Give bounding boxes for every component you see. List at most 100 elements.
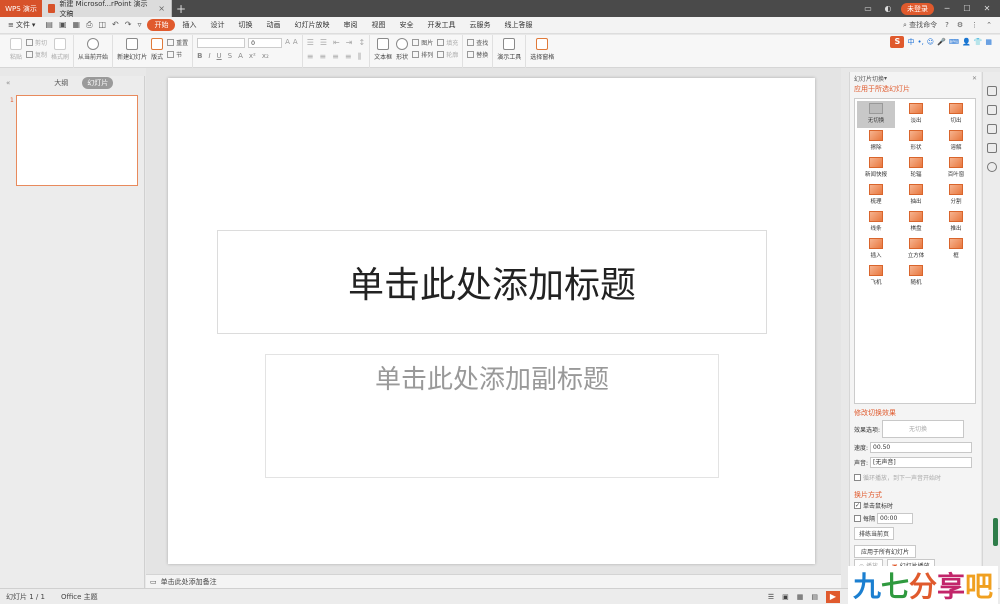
normal-view-icon[interactable]: ▣ — [782, 593, 789, 601]
reset-button[interactable]: 重置 — [167, 38, 188, 47]
close-panel-icon[interactable]: ✕ — [972, 75, 977, 82]
transition-option[interactable]: 新闻快报 — [857, 155, 895, 182]
sogou-icon[interactable]: S — [890, 36, 905, 48]
tab-animations[interactable]: 动画 — [259, 20, 287, 30]
redo-icon[interactable]: ↷ — [125, 20, 132, 30]
font-color-icon[interactable]: A — [238, 52, 243, 60]
apply-all-button[interactable]: 应用于所有幻灯片 — [854, 545, 917, 558]
select-pane-button[interactable]: 选择窗格 — [530, 38, 554, 61]
reading-view-icon[interactable]: ▤ — [811, 593, 818, 601]
search-command[interactable]: ⌕ 查找命令 — [903, 20, 937, 30]
settings-sliders-icon[interactable] — [986, 143, 997, 153]
section-button[interactable]: 节 — [167, 50, 188, 59]
increase-indent-icon[interactable]: ⇥ — [346, 38, 353, 47]
loop-checkbox[interactable] — [854, 474, 861, 481]
tab-slides[interactable]: 幻灯片 — [82, 77, 114, 89]
more-icon[interactable]: ⋮ — [971, 21, 978, 29]
transition-option[interactable]: 插入 — [857, 236, 895, 263]
subscript-icon[interactable]: x₂ — [262, 52, 269, 60]
transition-option[interactable]: 随机 — [897, 263, 935, 290]
copy-button[interactable]: 复制 — [26, 50, 47, 59]
every-time-input[interactable]: 00:00 — [877, 513, 914, 524]
outline-button[interactable]: 轮廓 — [437, 50, 458, 59]
underline-icon[interactable]: U — [217, 52, 222, 60]
tab-slideshow[interactable]: 幻灯片放映 — [287, 20, 336, 30]
paste-button[interactable]: 粘贴 — [10, 38, 22, 61]
textbox-button[interactable]: 文本框 — [374, 38, 392, 61]
tab-design[interactable]: 设计 — [203, 20, 231, 30]
format-painter-button[interactable]: 格式刷 — [51, 38, 69, 61]
transition-option[interactable]: 轮辐 — [897, 155, 935, 182]
login-button[interactable]: 未登录 — [901, 2, 934, 15]
font-family-select[interactable] — [197, 38, 246, 48]
tab-review[interactable]: 审阅 — [336, 20, 364, 30]
rehearse-current-button[interactable]: 排练当前页 — [854, 527, 895, 540]
shirt-icon[interactable]: 👕 — [974, 38, 983, 46]
user-icon[interactable]: 👤 — [962, 38, 971, 46]
sidebar-scroll-handle[interactable] — [993, 518, 998, 546]
transition-icon[interactable] — [986, 86, 997, 96]
close-tab-icon[interactable]: × — [158, 4, 165, 13]
arrange-button[interactable]: 排列 — [412, 50, 433, 59]
tab-developer[interactable]: 开发工具 — [420, 20, 462, 30]
tab-outline[interactable]: 大纲 — [50, 78, 72, 88]
new-tab-button[interactable]: + — [172, 2, 190, 16]
justify-icon[interactable]: ≡ — [345, 52, 352, 62]
shape-button[interactable]: 形状 — [396, 38, 408, 61]
on-click-checkbox[interactable]: ✓ — [854, 502, 861, 509]
transition-option[interactable]: 梳理 — [857, 182, 895, 209]
subtitle-placeholder[interactable]: 单击此处添加副标题 — [265, 354, 719, 478]
tab-transitions[interactable]: 切换 — [231, 20, 259, 30]
undo-icon[interactable]: ↶ — [112, 20, 119, 30]
transition-option[interactable]: 线条 — [857, 209, 895, 236]
align-right-icon[interactable]: ≡ — [332, 52, 339, 62]
transition-option[interactable]: 百叶窗 — [937, 155, 975, 182]
grow-font-icon[interactable]: A — [285, 38, 290, 48]
document-tab[interactable]: 新建 Microsof...rPoint 演示文稿 × — [42, 0, 172, 18]
numbering-icon[interactable]: ☰ — [320, 38, 327, 47]
speed-input[interactable]: 00.50 — [870, 442, 973, 453]
share-icon[interactable] — [986, 105, 997, 115]
layout-button[interactable]: 版式 — [151, 38, 163, 61]
fill-button[interactable]: 填充 — [437, 38, 458, 47]
align-center-icon[interactable]: ≡ — [319, 52, 326, 62]
preview-icon[interactable]: ◫ — [98, 20, 106, 30]
presentation-tools-button[interactable]: 演示工具 — [497, 38, 521, 61]
maximize-icon[interactable]: ☐ — [960, 4, 974, 13]
align-left-icon[interactable]: ≡ — [307, 52, 314, 62]
notes-toggle-icon[interactable]: ☰ — [768, 593, 774, 601]
transition-option[interactable]: 框 — [937, 236, 975, 263]
slideshow-play-icon[interactable]: ▶ — [826, 590, 840, 603]
tab-online[interactable]: 线上答服 — [497, 20, 539, 30]
customize-icon[interactable]: ▿ — [137, 20, 141, 30]
transition-option[interactable]: 飞机 — [857, 263, 895, 290]
every-checkbox[interactable] — [854, 515, 861, 522]
notes-bar[interactable]: ▭ 单击此处添加备注 — [146, 574, 841, 588]
help-icon[interactable]: ? — [945, 21, 949, 29]
columns-icon[interactable]: ⫼ — [358, 52, 362, 62]
slide[interactable]: 单击此处添加标题 单击此处添加副标题 — [168, 78, 815, 564]
star-icon[interactable] — [986, 124, 997, 134]
tab-security[interactable]: 安全 — [392, 20, 420, 30]
cut-button[interactable]: 剪切 — [26, 38, 47, 47]
close-window-icon[interactable]: ✕ — [980, 4, 994, 13]
strikethrough-icon[interactable]: S — [228, 52, 232, 60]
transition-option[interactable]: 推出 — [937, 209, 975, 236]
transition-option[interactable]: 抽出 — [897, 182, 935, 209]
bullets-icon[interactable]: ☰ — [307, 38, 314, 47]
export-icon[interactable]: ▦ — [73, 20, 81, 30]
chinese-mode-icon[interactable]: 中 — [907, 37, 914, 47]
bold-icon[interactable]: B — [197, 52, 202, 60]
transition-option[interactable]: 分割 — [937, 182, 975, 209]
voice-icon[interactable]: 🎤 — [937, 38, 946, 46]
transition-option[interactable]: 立方体 — [897, 236, 935, 263]
transition-option[interactable]: 棋盘 — [897, 209, 935, 236]
app-name-badge[interactable]: WPS 演示 — [0, 0, 42, 17]
keyboard-icon[interactable]: ⌨ — [949, 38, 959, 46]
slide-thumbnail[interactable] — [16, 95, 138, 186]
title-placeholder[interactable]: 单击此处添加标题 — [217, 230, 767, 334]
italic-icon[interactable]: I — [208, 52, 210, 60]
line-spacing-icon[interactable]: ↕ — [358, 38, 365, 47]
collapse-ribbon-icon[interactable]: ⌃ — [986, 21, 992, 29]
grid-menu-icon[interactable]: ▦ — [985, 38, 992, 46]
